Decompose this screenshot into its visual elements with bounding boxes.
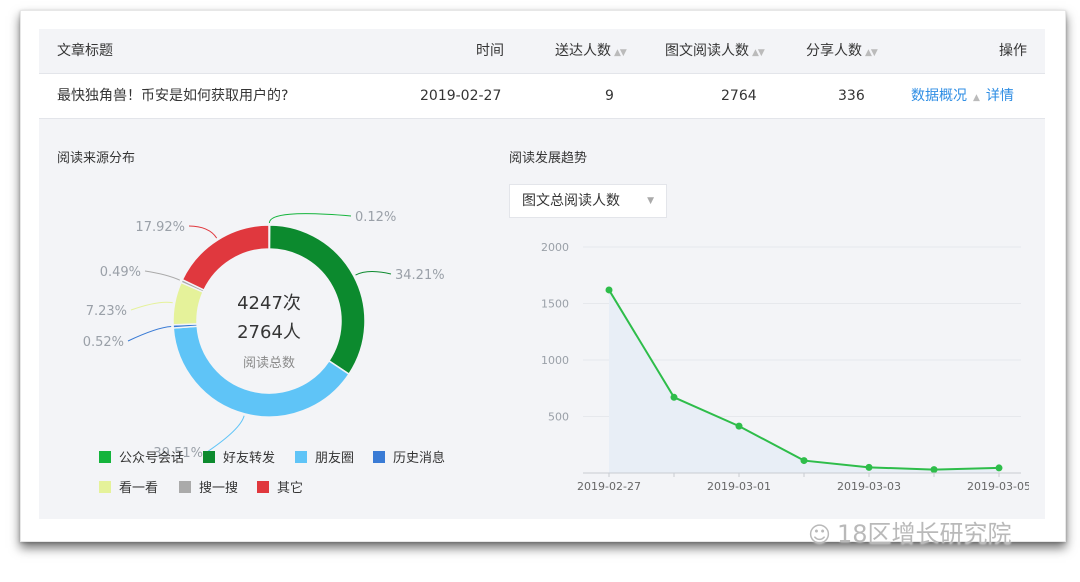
trend-point[interactable]	[735, 422, 743, 430]
x-tick-label: 2019-03-03	[837, 480, 901, 493]
legend-item[interactable]: 朋友圈	[295, 447, 354, 466]
trend-point[interactable]	[930, 466, 938, 474]
table-row: 最快独角兽！币安是如何获取用户的? 2019-02-27 9 2764 336 …	[39, 74, 1045, 119]
donut-label-5: 0.49%	[100, 265, 141, 280]
donut-label-1: 34.21%	[395, 268, 445, 283]
article-delivered: 9	[605, 88, 614, 104]
legend-swatch	[179, 481, 191, 493]
col-shares-header[interactable]: 分享人数 ▲▼	[806, 29, 878, 73]
article-title: 最快独角兽！币安是如何获取用户的?	[57, 88, 289, 104]
legend-swatch	[373, 451, 385, 463]
legend-label: 搜一搜	[199, 481, 239, 496]
legend-item[interactable]: 看一看	[99, 477, 158, 496]
table-header: 文章标题 时间 送达人数 ▲▼ 图文阅读人数 ▲▼ 分享人数 ▲▼ 操作	[39, 29, 1045, 74]
col-reads-header[interactable]: 图文阅读人数 ▲▼	[665, 29, 765, 73]
y-tick-label: 2000	[541, 241, 569, 254]
donut-label-3: 0.52%	[83, 335, 124, 350]
sort-icon[interactable]: ▲▼	[614, 48, 627, 58]
legend-swatch	[295, 451, 307, 463]
sort-icon[interactable]: ▲▼	[865, 48, 878, 58]
donut-leader-6	[188, 225, 218, 239]
legend-label: 历史消息	[393, 451, 446, 466]
col-title-header: 文章标题	[57, 43, 113, 59]
donut-leader-1	[355, 270, 392, 276]
trend-point[interactable]	[995, 464, 1003, 472]
legend-swatch	[99, 481, 111, 493]
trend-point[interactable]	[605, 286, 613, 294]
legend-item[interactable]: 其它	[257, 477, 303, 496]
trend-area-fill	[609, 289, 999, 473]
legend-swatch	[257, 481, 269, 493]
y-tick-label: 500	[548, 411, 569, 424]
watermark: ☺ 18区增长研究院	[808, 514, 1058, 554]
legend-label: 看一看	[119, 481, 159, 496]
screenshot-frame: 文章标题 时间 送达人数 ▲▼ 图文阅读人数 ▲▼ 分享人数 ▲▼ 操作 最快独角兽！…	[20, 10, 1066, 542]
legend-item[interactable]: 历史消息	[373, 447, 445, 466]
donut-leader-4	[130, 301, 173, 311]
chevron-down-icon: ▼	[647, 196, 654, 206]
read-trend-chart: 500 1000 1500 2000 2019-02-27 2019-03-01 2019…	[541, 241, 1029, 493]
legend-item[interactable]: 搜一搜	[179, 477, 238, 496]
metric-select-value: 图文总阅读人数	[522, 193, 620, 209]
metric-select[interactable]: 图文总阅读人数 ▼	[509, 184, 667, 218]
read-trend-title: 阅读发展趋势	[509, 151, 588, 166]
source-donut-chart: 0.12%34.21%39.51%0.52%7.23%0.49%17.92% 4…	[83, 210, 445, 459]
article-shares: 336	[838, 88, 865, 104]
legend-swatch	[203, 451, 215, 463]
x-tick-label: 2019-03-01	[707, 480, 771, 493]
donut-center-people: 2764人	[237, 322, 301, 343]
legend-label: 其它	[277, 481, 304, 496]
article-reads: 2764	[721, 88, 757, 104]
legend-label: 朋友圈	[315, 451, 355, 466]
col-reads-label: 图文阅读人数	[665, 43, 749, 59]
donut-label-0: 0.12%	[355, 210, 396, 225]
y-tick-label: 1500	[541, 298, 569, 311]
collapse-caret-icon[interactable]: ▲	[973, 93, 980, 103]
watermark-text: 18区增长研究院	[836, 520, 1012, 548]
legend-swatch	[99, 451, 111, 463]
legend-label: 公众号会话	[119, 451, 185, 466]
col-action-header: 操作	[999, 43, 1027, 59]
article-time: 2019-02-27	[420, 88, 502, 104]
donut-center-caption: 阅读总数	[243, 356, 295, 371]
trend-point[interactable]	[800, 457, 808, 465]
donut-label-4: 7.23%	[86, 304, 127, 319]
donut-leader-5	[144, 270, 181, 281]
donut-leader-0	[268, 213, 352, 224]
wechat-icon: ☺	[808, 523, 831, 548]
source-distribution-title: 阅读来源分布	[57, 151, 136, 166]
article-stats-card: 文章标题 时间 送达人数 ▲▼ 图文阅读人数 ▲▼ 分享人数 ▲▼ 操作 最快独角兽！…	[39, 29, 1045, 519]
col-delivered-label: 送达人数	[555, 43, 611, 59]
trend-point[interactable]	[865, 463, 873, 471]
detail-link[interactable]: 详情	[986, 88, 1014, 104]
donut-label-6: 17.92%	[135, 220, 185, 235]
col-time-header: 时间	[476, 43, 504, 59]
col-delivered-header[interactable]: 送达人数 ▲▼	[555, 29, 627, 73]
col-shares-label: 分享人数	[806, 43, 862, 59]
legend-label: 好友转发	[223, 451, 276, 466]
donut-leader-3	[127, 326, 172, 342]
sort-icon[interactable]: ▲▼	[752, 48, 765, 58]
x-tick-label: 2019-03-05	[967, 480, 1029, 493]
donut-center-times: 4247次	[237, 293, 301, 314]
trend-point[interactable]	[670, 393, 678, 401]
legend-item[interactable]: 好友转发	[203, 447, 275, 466]
donut-slice-6[interactable]	[181, 224, 270, 292]
legend-item[interactable]: 公众号会话	[99, 447, 184, 466]
x-tick-label: 2019-02-27	[577, 480, 641, 493]
overview-link[interactable]: 数据概况	[911, 88, 967, 104]
y-tick-label: 1000	[541, 354, 569, 367]
